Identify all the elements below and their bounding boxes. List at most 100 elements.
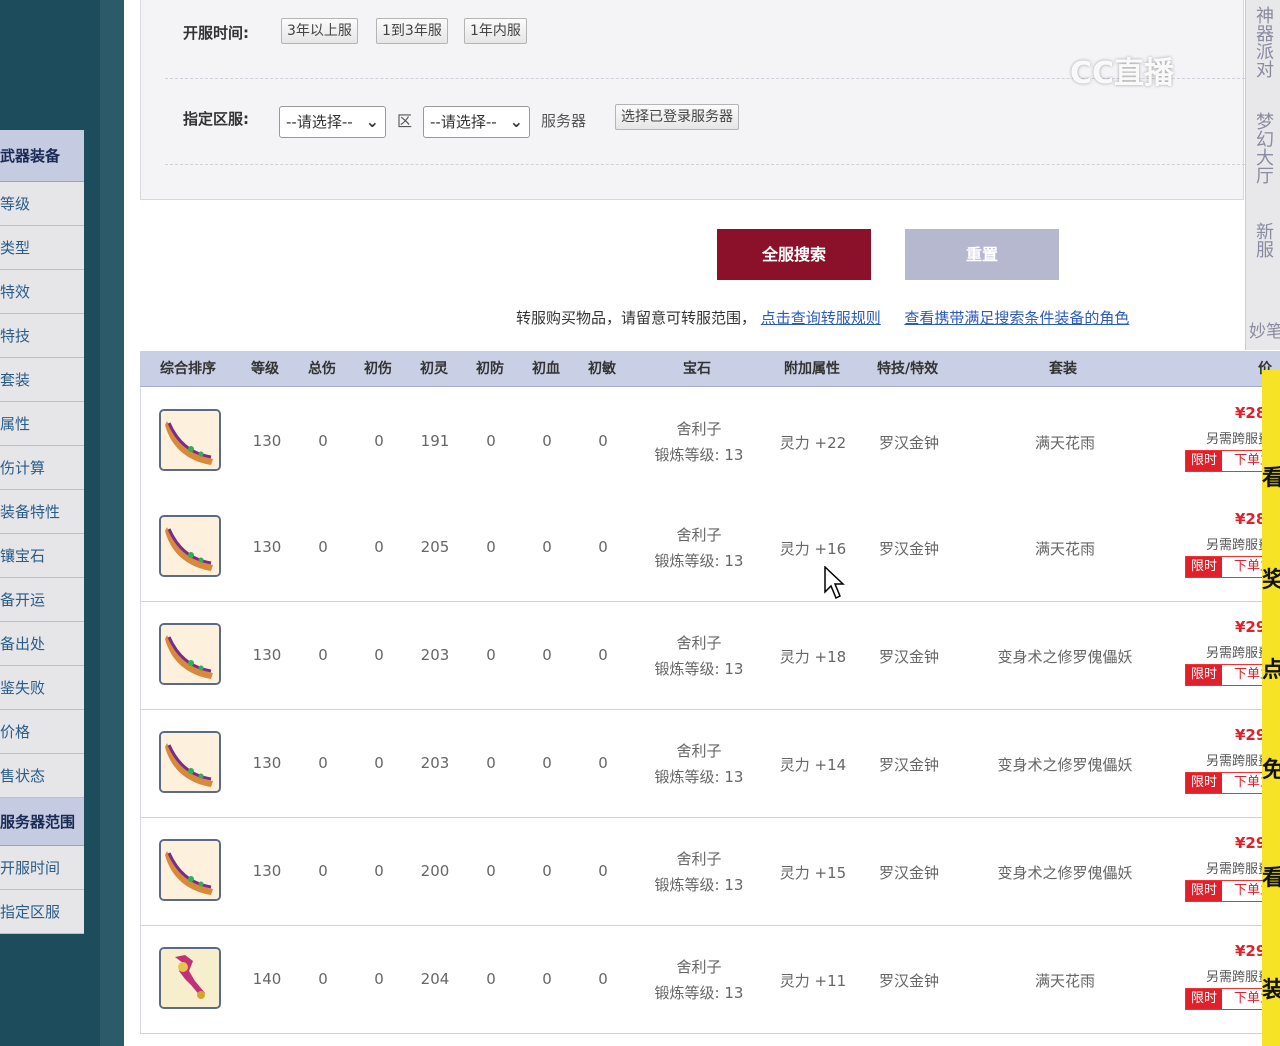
cell-dmg: 0	[374, 646, 384, 664]
extra-attribute: 灵力 +14	[779, 756, 847, 774]
gem-info: 舍利子 锻炼等级: 13	[629, 846, 769, 898]
cell-hp: 0	[542, 862, 552, 880]
limited-tag: 限时	[1186, 989, 1222, 1009]
gem-name: 舍利子	[676, 958, 722, 976]
overlay-char: 点	[1262, 658, 1280, 683]
overlay-char: 奖	[1262, 568, 1280, 593]
side-link-artifact[interactable]: 神器派对	[1249, 6, 1277, 94]
sidebar-item-origin[interactable]: 备出处	[0, 622, 84, 666]
cell-def: 0	[486, 538, 496, 556]
cell-def: 0	[486, 862, 496, 880]
gem-name: 舍利子	[676, 526, 722, 544]
server-label: 指定区服:	[183, 110, 249, 128]
col-init-spirit[interactable]: 初灵	[420, 351, 448, 387]
filter-panel: 开服时间: 3年以上服 1到3年服 1年内服 指定区服: --请选择-- ⌄ 区…	[140, 0, 1245, 200]
extra-attribute: 灵力 +11	[779, 972, 847, 990]
skill-effect: 罗汉金钟	[878, 864, 939, 882]
transfer-rules-link[interactable]: 点击查询转服规则	[761, 309, 881, 327]
item-image[interactable]	[159, 623, 221, 685]
cell-level: 130	[252, 862, 282, 880]
cell-agi: 0	[598, 754, 608, 772]
search-all-button[interactable]: 全服搜索	[717, 229, 871, 280]
open-time-1to3y-button[interactable]: 1到3年服	[376, 18, 448, 44]
sidebar-item-gem[interactable]: 镶宝石	[0, 534, 84, 578]
sidebar-item-level[interactable]: 等级	[0, 182, 84, 226]
col-level[interactable]: 等级	[251, 351, 279, 387]
forge-level: 锻炼等级: 13	[654, 984, 744, 1002]
left-divider	[100, 0, 124, 1046]
table-row[interactable]: 130 0 0 203 0 0 0 舍利子 锻炼等级: 13 灵力 +18 罗汉金钟 变身术之修…	[140, 602, 1280, 710]
overlay-char: 看	[1262, 866, 1280, 891]
blade-item-icon	[161, 411, 219, 469]
sidebar-item-damage-calc[interactable]: 伤计算	[0, 446, 84, 490]
side-link-new-server[interactable]: 新服	[1249, 222, 1277, 274]
cell-def: 0	[486, 432, 496, 450]
cell-spirit: 205	[420, 538, 450, 556]
sidebar-item-identify-fail[interactable]: 鉴失败	[0, 666, 84, 710]
limited-tag: 限时	[1186, 773, 1222, 793]
item-image[interactable]	[159, 839, 221, 901]
sidebar-item-price[interactable]: 价格	[0, 710, 84, 754]
extra-attribute: 灵力 +15	[779, 864, 847, 882]
cell-hp: 0	[542, 646, 552, 664]
col-total-damage[interactable]: 总伤	[308, 351, 336, 387]
sidebar-item-server-select[interactable]: 指定区服	[0, 890, 84, 934]
table-row[interactable]: 130 0 0 203 0 0 0 舍利子 锻炼等级: 13 灵力 +14 罗汉金钟 变身术之修…	[140, 710, 1280, 818]
cell-total: 0	[318, 970, 328, 988]
col-sort[interactable]: 综合排序	[160, 351, 216, 387]
col-skill-effect: 特技/特效	[877, 361, 939, 377]
cell-level: 140	[252, 970, 282, 988]
table-row[interactable]: 140 0 0 204 0 0 0 舍利子 锻炼等级: 13 灵力 +11 罗汉金钟 满天花雨 ¥…	[140, 926, 1280, 1034]
server-select[interactable]: --请选择-- ⌄	[423, 106, 530, 138]
side-link-brush[interactable]: 妙笔	[1249, 318, 1280, 348]
reset-button[interactable]: 重置	[905, 229, 1059, 280]
sidebar-item-attribute[interactable]: 属性	[0, 402, 84, 446]
sidebar-item-sale-status[interactable]: 售状态	[0, 754, 84, 798]
overlay-char: 装	[1262, 978, 1280, 1003]
blade-item-icon	[161, 733, 219, 791]
open-time-1y-button[interactable]: 1年内服	[464, 18, 527, 44]
region-select[interactable]: --请选择-- ⌄	[279, 106, 386, 138]
limited-tag: 限时	[1186, 881, 1222, 901]
gem-info: 舍利子 锻炼等级: 13	[629, 522, 769, 574]
sidebar-item-type[interactable]: 类型	[0, 226, 84, 270]
sidebar-item-skill[interactable]: 特技	[0, 314, 84, 358]
cell-spirit: 203	[420, 754, 450, 772]
sidebar-item-equip-trait[interactable]: 装备特性	[0, 490, 84, 534]
view-roles-link[interactable]: 查看携带满足搜索条件装备的角色	[904, 309, 1129, 327]
cell-dmg: 0	[374, 538, 384, 556]
sidebar-item-open-time[interactable]: 开服时间	[0, 846, 84, 890]
cell-total: 0	[318, 862, 328, 880]
sidebar-section-weapons[interactable]: 武器装备	[0, 130, 84, 182]
open-time-3y-button[interactable]: 3年以上服	[281, 18, 358, 44]
suit-name: 满天花雨	[1034, 434, 1095, 452]
sidebar-item-effect[interactable]: 特效	[0, 270, 84, 314]
notice-text: 转服购买物品，请留意可转服范围，	[516, 309, 757, 327]
chevron-down-icon: ⌄	[509, 112, 523, 131]
sidebar-section-server[interactable]: 服务器范围	[0, 798, 84, 846]
table-row[interactable]: 130 0 0 205 0 0 0 舍利子 锻炼等级: 13 灵力 +16 罗汉金钟 满天花雨 ¥…	[140, 494, 1280, 602]
cell-agi: 0	[598, 862, 608, 880]
main-panel: 开服时间: 3年以上服 1到3年服 1年内服 指定区服: --请选择-- ⌄ 区…	[124, 0, 1280, 1046]
logged-server-button[interactable]: 选择已登录服务器	[615, 104, 739, 130]
col-init-agility[interactable]: 初敏	[588, 351, 616, 387]
forge-level: 锻炼等级: 13	[654, 446, 744, 464]
item-image[interactable]	[159, 409, 221, 471]
col-init-defense[interactable]: 初防	[476, 351, 504, 387]
item-image[interactable]	[159, 515, 221, 577]
side-link-hall[interactable]: 梦幻大厅	[1249, 112, 1277, 212]
cell-agi: 0	[598, 970, 608, 988]
table-row[interactable]: 130 0 0 191 0 0 0 舍利子 锻炼等级: 13 灵力 +22 罗汉金钟 满天花雨 ¥…	[140, 388, 1280, 496]
sidebar-item-suit[interactable]: 套装	[0, 358, 84, 402]
server-select-value: --请选择--	[430, 113, 497, 131]
table-row[interactable]: 130 0 0 200 0 0 0 舍利子 锻炼等级: 13 灵力 +15 罗汉金钟 变身术之修…	[140, 818, 1280, 926]
sidebar-item-fortune[interactable]: 备开运	[0, 578, 84, 622]
item-image[interactable]	[159, 947, 221, 1009]
item-image[interactable]	[159, 731, 221, 793]
col-init-damage[interactable]: 初伤	[364, 351, 392, 387]
skill-effect: 罗汉金钟	[878, 540, 939, 558]
col-init-hp[interactable]: 初血	[532, 351, 560, 387]
cell-spirit: 203	[420, 646, 450, 664]
region-select-value: --请选择--	[286, 113, 353, 131]
extra-attribute: 灵力 +18	[779, 648, 847, 666]
